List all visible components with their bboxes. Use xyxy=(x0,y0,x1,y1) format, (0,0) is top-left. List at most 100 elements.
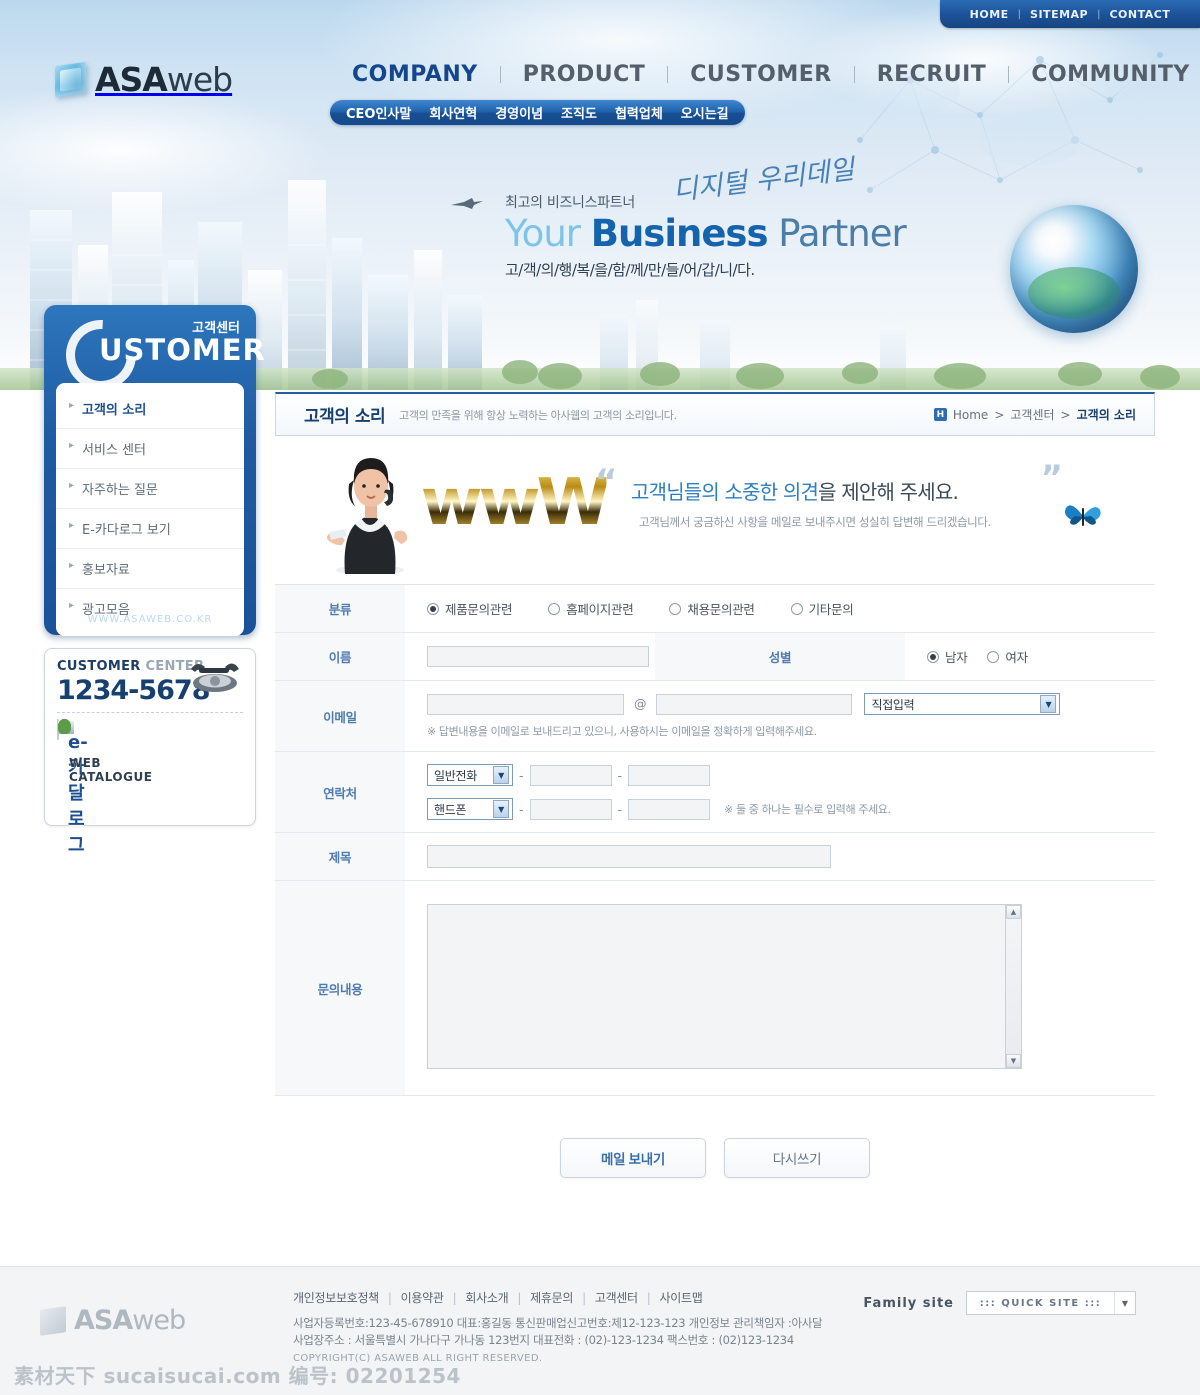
footer-link-sitemap[interactable]: 사이트맵 xyxy=(660,1291,703,1305)
reset-button[interactable]: 다시쓰기 xyxy=(724,1138,870,1178)
radio-gender-female[interactable]: 여자 xyxy=(987,647,1028,666)
footer-link-terms[interactable]: 이용약관 xyxy=(401,1291,444,1305)
field-category: 제품문의관련 홈페이지관련 채용문의관련 기타문의 xyxy=(405,585,1155,633)
radio-icon[interactable] xyxy=(427,602,439,615)
name-input[interactable] xyxy=(427,646,649,667)
field-subject xyxy=(405,832,1155,881)
radio-category-etc[interactable]: 기타문의 xyxy=(790,599,854,618)
chevron-right-icon: ▸ xyxy=(69,600,75,611)
scroll-up-icon[interactable]: ▲ xyxy=(1006,905,1021,919)
sidebar-item-service-center[interactable]: ▸ 서비스 센터 xyxy=(56,429,244,469)
quote-close-mark: ” xyxy=(1040,458,1063,498)
radio-icon[interactable] xyxy=(987,650,1000,663)
footer-link-separator: | xyxy=(646,1291,651,1305)
radio-icon[interactable] xyxy=(669,602,682,615)
landline-part3-input[interactable] xyxy=(628,764,711,786)
breadcrumb-home[interactable]: Home xyxy=(953,408,988,422)
utility-link-sitemap[interactable]: SITEMAP xyxy=(1030,8,1088,21)
sidebar-item-pr-materials[interactable]: ▸ 홍보자료 xyxy=(56,549,244,589)
sidebar-heading-kr: 고객센터 xyxy=(192,321,240,336)
globe-graphic xyxy=(1010,205,1138,333)
scroll-down-icon[interactable]: ▼ xyxy=(1006,1054,1021,1068)
gender-radio-group: 남자 여자 xyxy=(927,647,1155,666)
breadcrumb-separator: > xyxy=(994,407,1005,422)
subnav-item-ceo-greeting[interactable]: CEO인사말 xyxy=(346,103,411,122)
footer-logo: ASAweb xyxy=(40,1305,186,1336)
breadcrumb: H Home > 고객센터 > 고객의 소리 xyxy=(933,406,1136,423)
subnav-item-organization[interactable]: 조직도 xyxy=(561,103,597,122)
footer-company-info: 사업자등록번호:123-45-678910 대표:홍길동 통신판매업신고번호:제… xyxy=(293,1315,823,1349)
radio-category-homepage[interactable]: 홈페이지관련 xyxy=(548,599,634,618)
quote-text: 고객님들의 소중한 의견을 제안해 주세요. xyxy=(631,480,959,504)
message-textarea[interactable] xyxy=(427,904,1022,1069)
radio-category-recruit[interactable]: 채용문의관련 xyxy=(669,599,755,618)
cube-icon xyxy=(55,61,86,98)
subnav-item-history[interactable]: 회사연혁 xyxy=(429,103,477,122)
radio-gender-male[interactable]: 남자 xyxy=(927,647,968,666)
footer-links: 개인정보보호정책 | 이용약관 | 회사소개 | 제휴문의 | 고객센터 | 사이트맵 xyxy=(293,1289,703,1306)
textarea-scrollbar[interactable]: ▲ ▼ xyxy=(1005,905,1021,1068)
subject-input[interactable] xyxy=(427,845,831,868)
breadcrumb-separator: > xyxy=(1060,407,1071,422)
radio-icon[interactable] xyxy=(548,602,561,615)
subnav-item-directions[interactable]: 오시는길 xyxy=(681,103,729,122)
nav-item-customer[interactable]: CUSTOMER xyxy=(668,62,853,87)
nav-item-product[interactable]: PRODUCT xyxy=(501,62,668,87)
label-contact: 연락처 xyxy=(275,751,405,833)
chevron-right-icon: ▸ xyxy=(69,400,75,411)
email-domain-select[interactable]: 직접입력 ▼ xyxy=(864,693,1061,715)
chevron-down-icon[interactable]: ▼ xyxy=(1114,1292,1135,1314)
page-title: 고객의 소리 xyxy=(304,407,386,427)
mobile-part2-input[interactable] xyxy=(529,798,612,820)
landline-part2-input[interactable] xyxy=(529,764,612,786)
hero-title: Your Business Partner xyxy=(505,212,907,255)
footer-link-privacy[interactable]: 개인정보보호정책 xyxy=(293,1291,379,1305)
utility-link-contact[interactable]: CONTACT xyxy=(1109,8,1170,21)
sidebar-item-voice-of-customer[interactable]: ▸ 고객의 소리 xyxy=(56,389,244,429)
sidebar-url: WWW.ASAWEB.CO.KR xyxy=(87,614,213,625)
send-mail-button[interactable]: 메일 보내기 xyxy=(560,1138,706,1178)
radio-icon[interactable] xyxy=(790,602,803,615)
chevron-down-icon[interactable]: ▼ xyxy=(1040,695,1057,713)
home-icon: H xyxy=(933,408,947,421)
radio-icon[interactable] xyxy=(927,650,939,663)
email-domain-input[interactable] xyxy=(656,693,853,715)
mobile-type-select[interactable]: 핸드폰 ▼ xyxy=(427,798,513,820)
email-local-input[interactable] xyxy=(427,693,624,715)
subnav-item-philosophy[interactable]: 경영이념 xyxy=(495,103,543,122)
quote-open-mark: “ xyxy=(595,462,618,502)
footer-link-customer-center[interactable]: 고객센터 xyxy=(595,1291,638,1305)
family-site-select[interactable]: ::: QUICK SITE ::: ▼ xyxy=(966,1291,1136,1315)
chevron-down-icon[interactable]: ▼ xyxy=(493,800,509,818)
web-catalogue-banner[interactable]: e-카달로그 WEB CATALOGUE xyxy=(57,719,152,856)
message-textarea-wrapper: ▲ ▼ xyxy=(427,904,1022,1072)
sidebar-item-faq[interactable]: ▸ 자주하는 질문 xyxy=(56,469,244,509)
footer-link-about[interactable]: 회사소개 xyxy=(465,1291,508,1305)
contact-note: ※ 둘 중 하나는 필수로 입력해 주세요. xyxy=(724,803,891,816)
mobile-part3-input[interactable] xyxy=(628,798,711,820)
site-logo-text: ASAweb xyxy=(95,60,233,99)
chevron-right-icon: ▸ xyxy=(69,480,75,491)
footer-link-partnership[interactable]: 제휴문의 xyxy=(530,1291,573,1305)
chevron-right-icon: ▸ xyxy=(69,440,75,451)
subnav-item-partners[interactable]: 협력업체 xyxy=(615,103,663,122)
footer-link-separator: | xyxy=(582,1291,586,1305)
breadcrumb-customer-center[interactable]: 고객센터 xyxy=(1010,406,1054,423)
footer-logo-text: ASAweb xyxy=(74,1305,186,1336)
field-contact: 일반전화 ▼ - - 핸드폰 ▼ - - ※ 둘 중 하나는 필수로 입력해 주… xyxy=(405,751,1155,833)
inquiry-form: 분류 제품문의관련 홈페이지관련 채용문의관련 기타문의 이름 성별 남자 여자… xyxy=(275,585,1155,1096)
form-row-contact: 연락처 일반전화 ▼ - - 핸드폰 ▼ - - ※ 둘 중 하나는 필수로 입… xyxy=(275,751,1155,833)
label-gender: 성별 xyxy=(655,632,905,681)
radio-category-product[interactable]: 제품문의관련 xyxy=(427,599,513,618)
sidebar-item-ecatalog[interactable]: ▸ E-카다로그 보기 xyxy=(56,509,244,549)
label-email: 이메일 xyxy=(275,680,405,752)
nav-item-company[interactable]: COMPANY xyxy=(330,62,500,87)
landline-type-select[interactable]: 일반전화 ▼ xyxy=(427,764,513,786)
nav-item-community[interactable]: COMMUNITY xyxy=(1009,62,1200,87)
label-name: 이름 xyxy=(275,632,405,681)
nav-item-recruit[interactable]: RECRUIT xyxy=(855,62,1009,87)
site-logo[interactable]: ASAweb xyxy=(55,60,233,99)
utility-link-home[interactable]: HOME xyxy=(970,8,1009,21)
footer-link-separator: | xyxy=(517,1291,522,1305)
chevron-down-icon[interactable]: ▼ xyxy=(493,766,509,784)
